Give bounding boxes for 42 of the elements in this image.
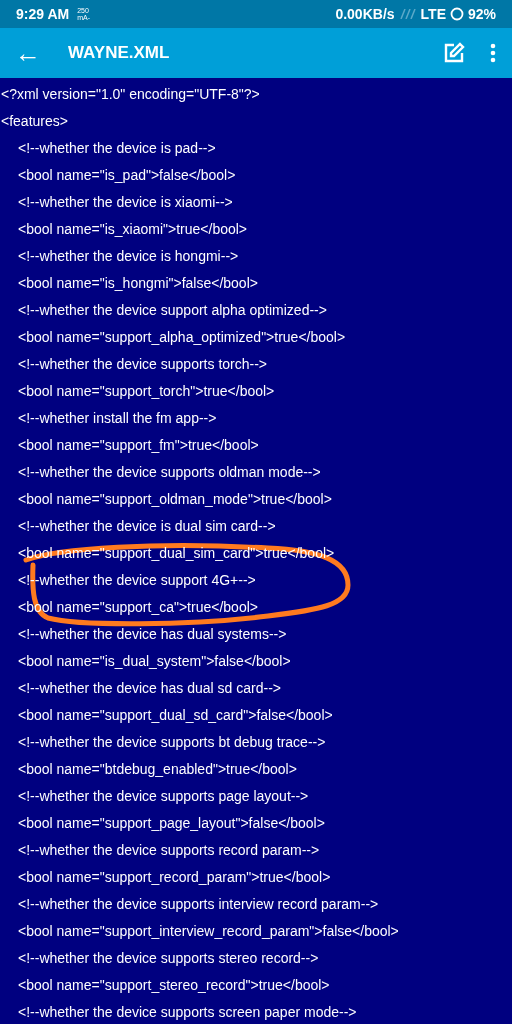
battery-icon [449,7,464,21]
code-line: <bool name="support_torch">true</bool> [17,382,276,401]
code-line: <!--whether the device supports interview record param--> [17,895,380,914]
code-line: <!--whether install the fm app--> [17,409,218,428]
code-line: <!--whether the device support alpha optimized--> [17,301,328,320]
clock: 9:29 AM [16,4,70,24]
code-line: <bool name="support_fm">true</bool> [17,436,260,455]
code-line: <bool name="is_hongmi">false</bool> [17,274,259,293]
signal-icon [398,9,417,19]
code-line: <!--whether the device supports record param--> [17,841,321,860]
code-line: <!--whether the device supports page layout--> [17,787,310,806]
code-line: <!--whether the device supports screen paper mode--> [17,1003,358,1022]
code-line: <?xml version="1.0" encoding="UTF-8"?> [0,85,261,104]
code-line: <!--whether the device supports stereo record--> [17,949,320,968]
code-line: <bool name="support_oldman_mode">true</bool> [17,490,333,509]
code-line: <!--whether the device supports torch--> [17,355,268,374]
code-line: <bool name="is_xiaomi">true</bool> [17,220,249,239]
code-line: <bool name="support_page_layout">false</bool> [17,814,326,833]
code-line: <!--whether the device has dual sd card--> [17,679,283,698]
code-line: <bool name="support_interview_record_param">false</bool> [17,922,400,941]
code-line: <!--whether the device has dual systems--> [17,625,288,644]
code-line: <!--whether the device is hongmi--> [17,247,240,266]
code-line: <features> [0,112,69,131]
code-line: <bool name="support_dual_sd_card">false</bool> [17,706,334,725]
edit-icon[interactable] [442,41,466,65]
code-line: <bool name="support_alpha_optimized">true</bool> [17,328,347,347]
code-line: <bool name="is_dual_system">false</bool> [17,652,292,671]
battery-level: 92% [467,4,496,24]
code-line: <!--whether the device is dual sim card--> [17,517,277,536]
window-title: WAYNE.XML [68,42,170,65]
code-line: <!--whether the device is pad--> [17,139,217,158]
code-line: <!--whether the device supports bt debug trace--> [17,733,327,752]
code-line: <bool name="is_pad">false</bool> [17,166,237,185]
code-line: <bool name="support_record_param">true</bool> [17,868,332,887]
network-type: LTE [420,4,446,24]
code-line: <bool name="btdebug_enabled">true</bool> [17,760,298,779]
more-icon[interactable] [490,43,496,63]
back-button[interactable]: ← [12,40,44,66]
code-line: <!--whether the device is xiaomi--> [17,193,234,212]
code-line: <!--whether the device supports oldman mode--> [17,463,322,482]
code-line: <bool name="support_stereo_record">true</bool> [17,976,331,995]
network-speed: 0.00KB/s [335,4,395,24]
